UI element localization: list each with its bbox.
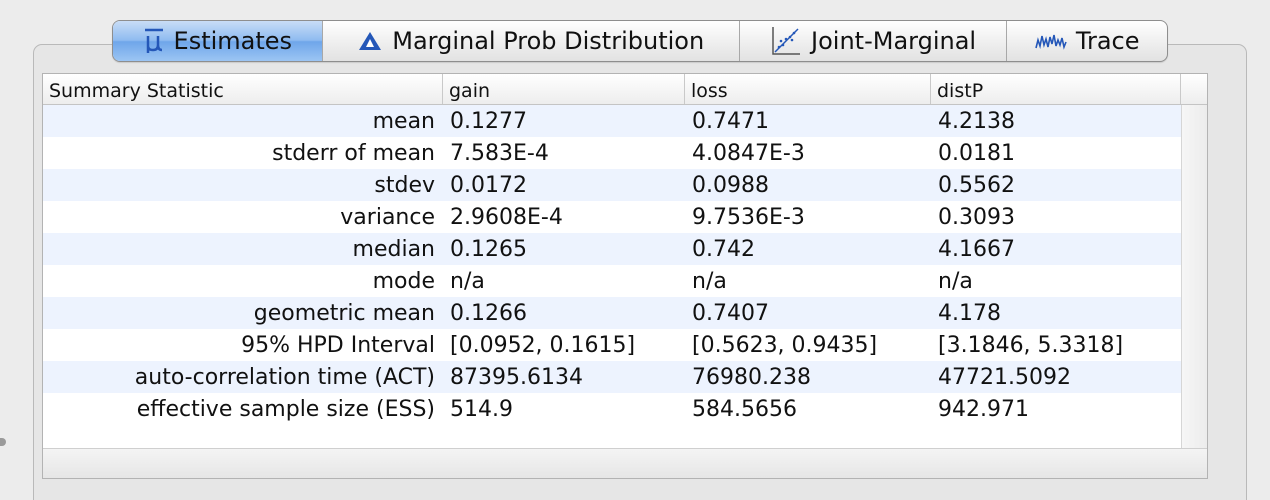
tab-bar: Estimates Marginal Prob Distribution Joi… <box>112 20 1168 62</box>
trace-icon <box>1035 30 1067 52</box>
table-body: mean 0.1277 0.7471 4.2138 stderr of mean 7.58… <box>43 105 1207 425</box>
table-cell: 0.1265 <box>443 233 685 265</box>
row-label: effective sample size (ESS) <box>136 396 435 422</box>
table-header: Summary Statistic gain loss distP <box>43 74 1207 105</box>
row-label: variance <box>340 204 435 230</box>
table-cell: [3.1846, 5.3318] <box>938 332 1124 358</box>
table-cell: n/a <box>692 268 727 294</box>
scatter-icon <box>770 25 802 57</box>
table-cell: 7.583E-4 <box>450 140 549 166</box>
tab-marginal-prob-distribution[interactable]: Marginal Prob Distribution <box>323 21 740 61</box>
table-cell: 4.0847E-3 <box>692 140 805 166</box>
tab-trace-label: Trace <box>1075 27 1140 55</box>
table-cell: 0.0172 <box>443 169 685 201</box>
row-label: 95% HPD Interval <box>241 332 435 358</box>
table-cell: 514.9 <box>450 396 513 422</box>
table-row[interactable]: geometric mean 0.1266 0.7407 4.178 <box>43 297 1207 329</box>
table-cell: 4.2138 <box>931 105 1181 137</box>
triangle-icon <box>357 30 383 52</box>
table-cell: 9.7536E-3 <box>692 204 805 230</box>
table-cell: 2.9608E-4 <box>450 204 563 230</box>
column-header-loss[interactable]: loss <box>685 74 931 104</box>
table-cell: 0.7407 <box>685 297 931 329</box>
tab-marginal-label: Marginal Prob Distribution <box>392 27 705 55</box>
table-cell: 0.1266 <box>443 297 685 329</box>
tab-estimates-label: Estimates <box>173 27 293 55</box>
column-header-summary-statistic[interactable]: Summary Statistic <box>43 74 443 104</box>
table-cell: 0.742 <box>685 233 931 265</box>
tab-joint-marginal-label: Joint-Marginal <box>811 27 977 55</box>
table-cell: [0.5623, 0.9435] <box>692 332 878 358</box>
table-cell: 942.971 <box>938 396 1029 422</box>
mu-icon <box>143 27 165 55</box>
tab-estimates[interactable]: Estimates <box>113 21 323 61</box>
table-cell: 0.0988 <box>685 169 931 201</box>
horizontal-scroll-track[interactable] <box>43 448 1207 478</box>
column-header-distp[interactable]: distP <box>931 74 1181 104</box>
table-cell: 76980.238 <box>685 361 931 393</box>
table-row[interactable]: median 0.1265 0.742 4.1667 <box>43 233 1207 265</box>
tab-joint-marginal[interactable]: Joint-Marginal <box>740 21 1008 61</box>
row-label: median <box>43 233 443 265</box>
row-label: mode <box>372 268 435 294</box>
resize-grip[interactable] <box>0 438 6 446</box>
table-cell: 87395.6134 <box>443 361 685 393</box>
table-row[interactable]: auto-correlation time (ACT) 87395.6134 769… <box>43 361 1207 393</box>
table-cell: 0.3093 <box>938 204 1015 230</box>
table-cell: n/a <box>938 268 973 294</box>
table-cell: 4.178 <box>931 297 1181 329</box>
table-cell: 47721.5092 <box>931 361 1181 393</box>
vertical-scroll-track[interactable] <box>1181 105 1207 450</box>
table-cell: 0.5562 <box>931 169 1181 201</box>
row-label: geometric mean <box>43 297 443 329</box>
row-label: stdev <box>43 169 443 201</box>
table-cell: 584.5656 <box>692 396 797 422</box>
table-row[interactable]: mean 0.1277 0.7471 4.2138 <box>43 105 1207 137</box>
table-cell: 0.0181 <box>938 140 1015 166</box>
row-label: stderr of mean <box>272 140 435 166</box>
table-cell: 0.7471 <box>685 105 931 137</box>
row-label: auto-correlation time (ACT) <box>43 361 443 393</box>
header-corner <box>1181 74 1207 104</box>
table-cell: 4.1667 <box>931 233 1181 265</box>
table-row[interactable]: mode n/a n/a n/a <box>43 265 1207 297</box>
table-cell: 0.1277 <box>443 105 685 137</box>
column-header-gain[interactable]: gain <box>443 74 685 104</box>
table-row[interactable]: 95% HPD Interval [0.0952, 0.1615] [0.5623,… <box>43 329 1207 361</box>
table-row[interactable]: stderr of mean 7.583E-4 4.0847E-3 0.0181 <box>43 137 1207 169</box>
row-label: mean <box>43 105 443 137</box>
table-row[interactable]: stdev 0.0172 0.0988 0.5562 <box>43 169 1207 201</box>
table-cell: n/a <box>450 268 485 294</box>
table-cell: [0.0952, 0.1615] <box>450 332 636 358</box>
table-row[interactable]: variance 2.9608E-4 9.7536E-3 0.3093 <box>43 201 1207 233</box>
table-row[interactable]: effective sample size (ESS) 514.9 584.5656… <box>43 393 1207 425</box>
summary-table: Summary Statistic gain loss distP mean 0.… <box>42 73 1208 479</box>
tab-trace[interactable]: Trace <box>1007 21 1167 61</box>
